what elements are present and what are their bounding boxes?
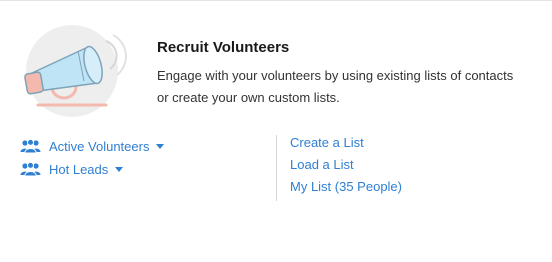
active-volunteers-dropdown[interactable]: Active Volunteers [20,135,165,157]
hot-leads-label: Hot Leads [49,161,109,177]
create-list-link[interactable]: Create a List [290,134,402,156]
my-list-link[interactable]: My List (35 People) [290,178,402,200]
active-volunteers-label: Active Volunteers [49,138,150,154]
segment-list: Active Volunteers Hot Leads [20,135,165,181]
chevron-down-icon [156,143,165,149]
page-description: Engage with your volunteers by using exi… [157,68,514,105]
recruit-volunteers-panel: Recruit Volunteers Engage with your volu… [0,0,552,262]
hot-leads-dropdown[interactable]: Hot Leads [20,158,164,180]
vertical-divider [276,135,277,201]
load-list-link[interactable]: Load a List [290,156,402,178]
page-title: Recruit Volunteers [157,39,290,56]
list-actions: Create a List Load a List My List (35 Pe… [290,134,402,200]
chevron-down-icon [115,166,124,172]
people-icon [20,162,41,176]
megaphone-icon [24,25,127,117]
people-icon [20,139,41,153]
